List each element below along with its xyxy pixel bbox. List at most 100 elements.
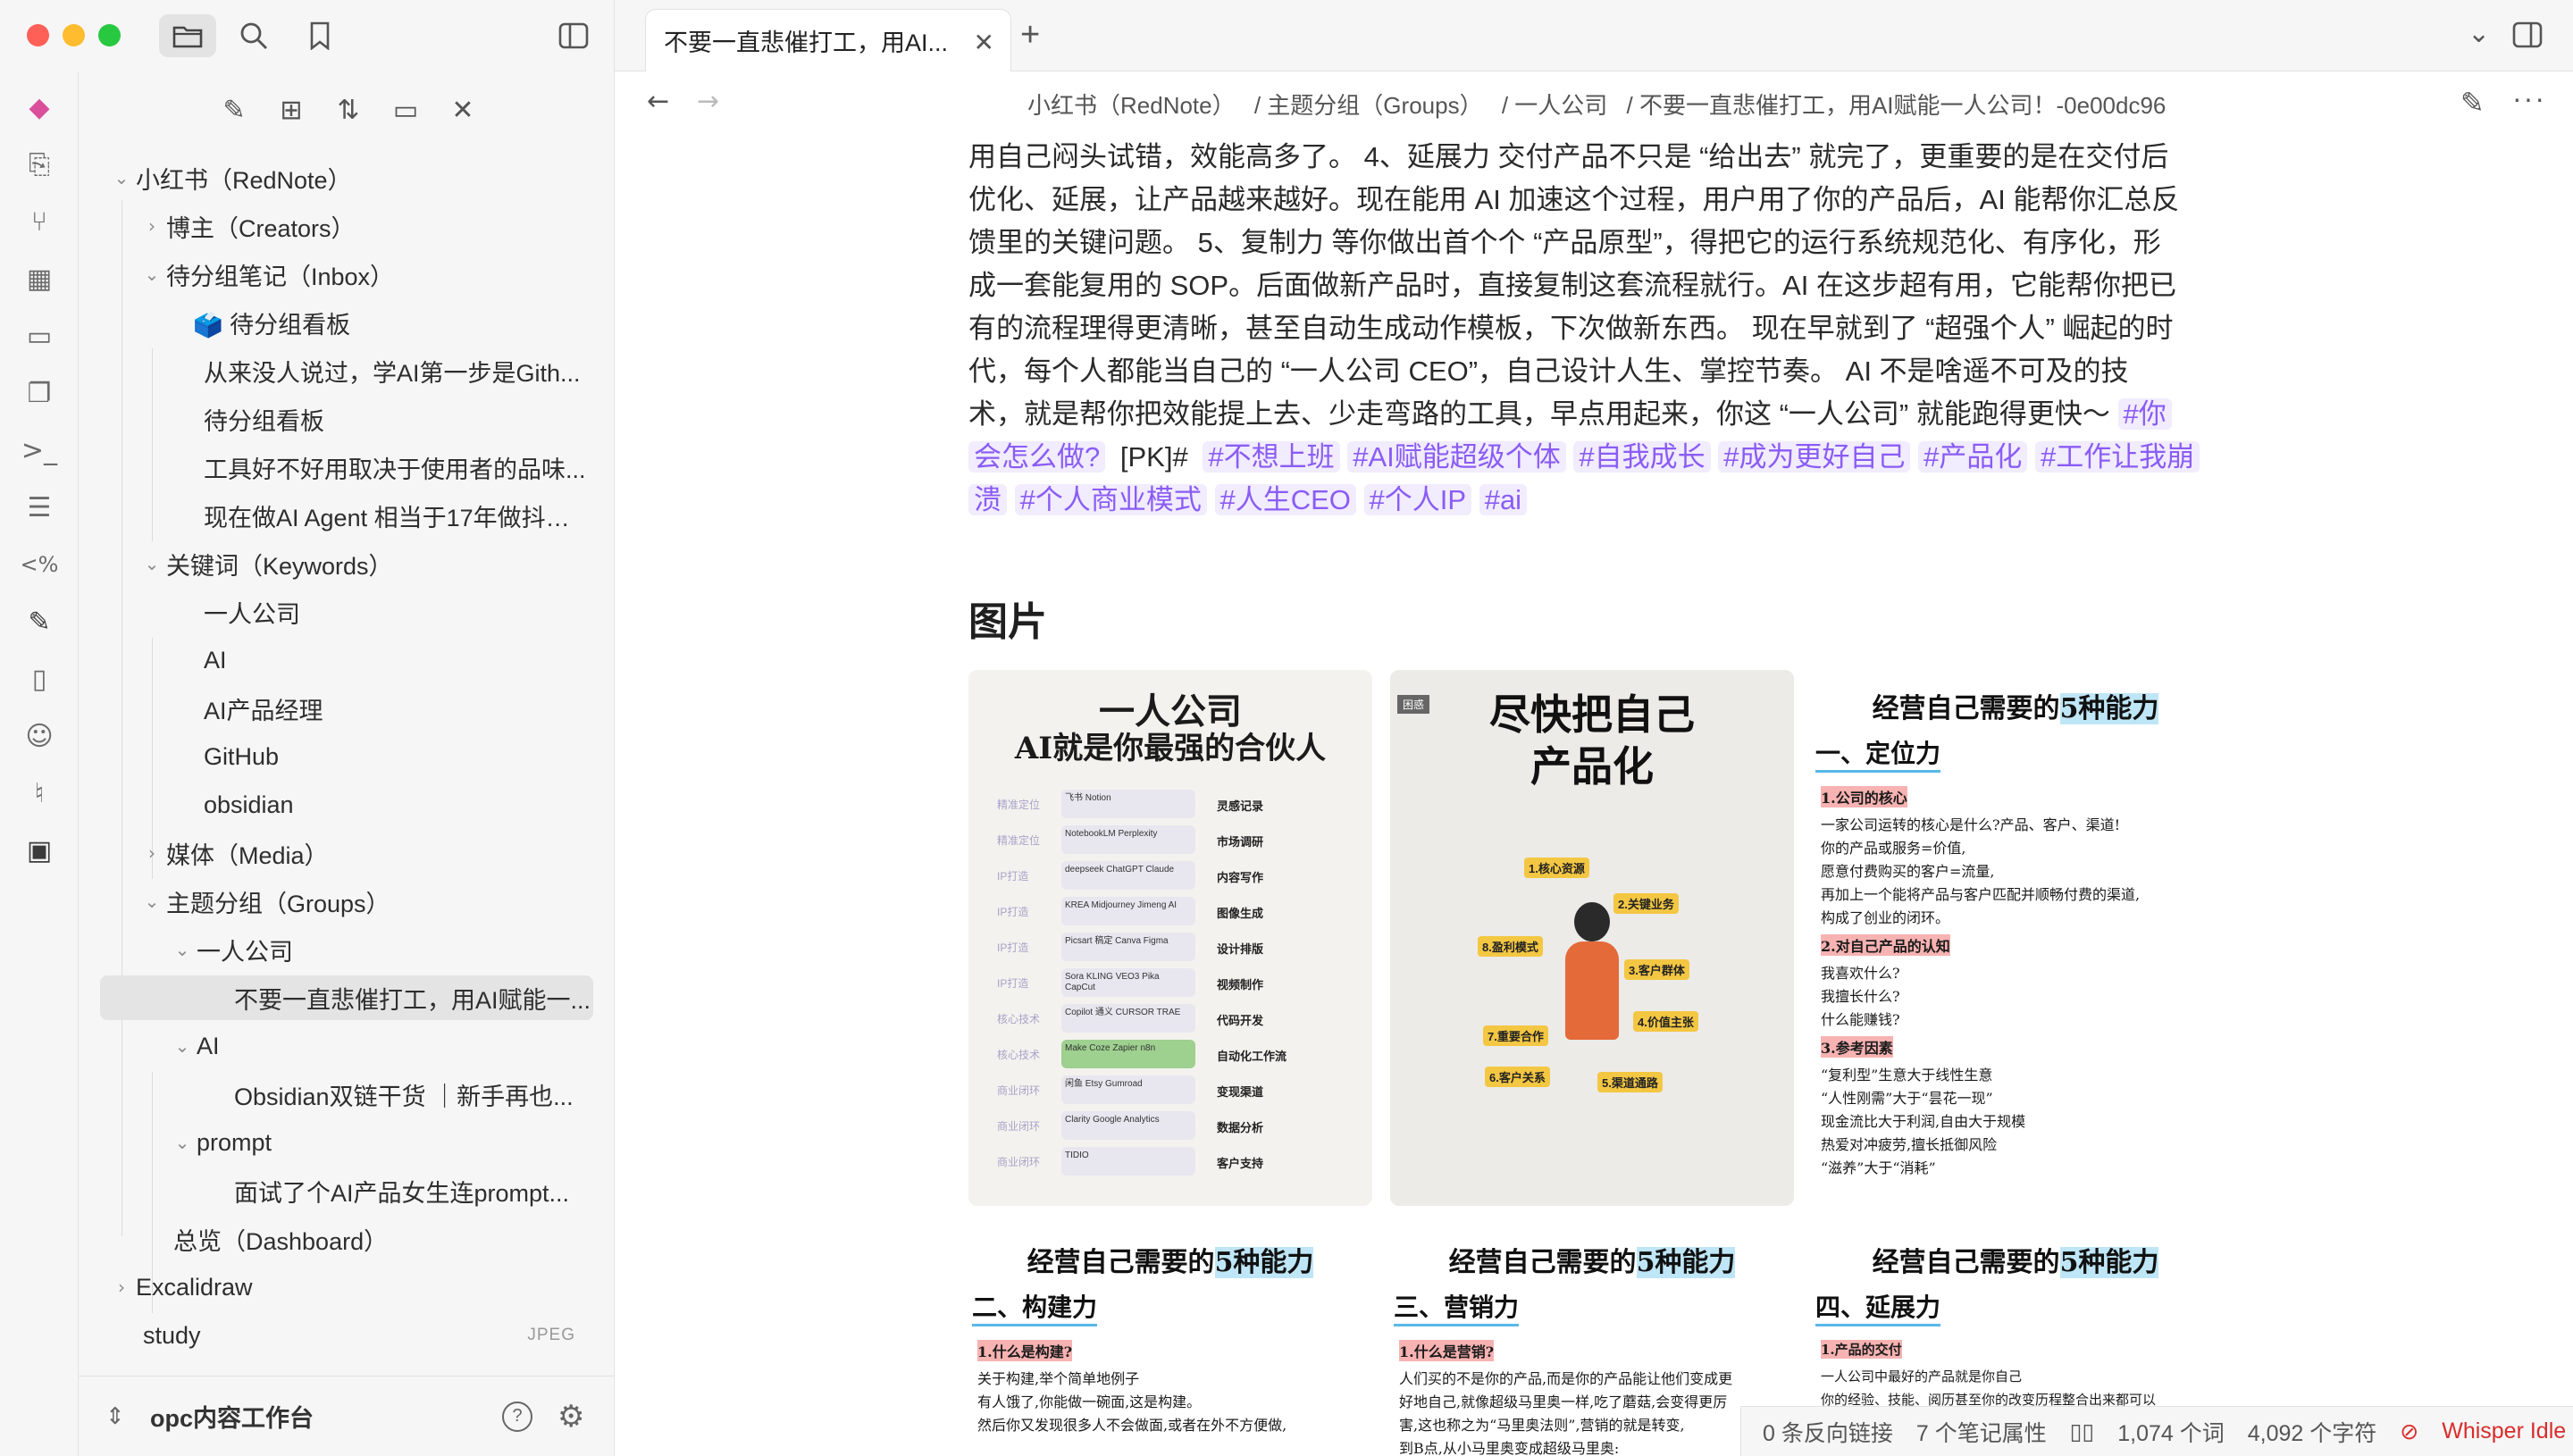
tree-file[interactable]: obsidian: [204, 782, 588, 827]
bookmark-icon[interactable]: [291, 14, 348, 57]
image-card-positioning[interactable]: 经营自己需要的5种能力 一、定位力 1.公司的核心 一家公司运转的核心是什么?产品、客…: [1812, 670, 2219, 1206]
tree-item-label: AI: [204, 646, 227, 674]
tree-file[interactable]: study: [143, 1313, 572, 1358]
tree-item-label: 小红书（RedNote）: [136, 166, 352, 194]
tab-active-note[interactable]: 不要一直悲催打工，用AI... ✕: [645, 9, 1011, 71]
toggle-sidebar-icon[interactable]: [545, 14, 602, 57]
backlinks-count[interactable]: 0 条反向链接: [1763, 1416, 1893, 1448]
file-explorer-icon[interactable]: [159, 14, 216, 57]
brush-icon[interactable]: ✎: [20, 602, 59, 641]
new-tab-icon[interactable]: +: [1020, 16, 1040, 54]
tree-folder[interactable]: ⌄ 主题分组（Groups）: [138, 879, 638, 924]
hashtag[interactable]: #自我成长: [1573, 441, 1711, 473]
list-icon[interactable]: ☰: [20, 488, 59, 527]
hashtag[interactable]: 溃: [968, 484, 1007, 515]
tab-list-chevron-icon[interactable]: ⌄: [2468, 18, 2490, 49]
dashboard-icon[interactable]: ▦: [20, 259, 59, 298]
vault-name[interactable]: opc内容工作台: [150, 1399, 314, 1434]
graph-icon[interactable]: ⑂: [20, 202, 59, 241]
forward-arrow-icon[interactable]: →: [697, 86, 719, 117]
sync-off-icon[interactable]: ⊘: [2400, 1418, 2418, 1444]
sort-icon[interactable]: ⇅: [325, 88, 372, 132]
edit-pencil-icon[interactable]: ✎: [2460, 86, 2485, 120]
back-arrow-icon[interactable]: ←: [647, 86, 669, 117]
tree-file[interactable]: GitHub: [204, 734, 588, 779]
breadcrumb-item[interactable]: / 主题分组（Groups）: [1254, 92, 1483, 119]
tree-file[interactable]: AI: [204, 638, 588, 682]
image-card-tools[interactable]: 一人公司 AI就是你最强的合伙人 精准定位 飞书 Notion 灵感记录 精准定位 No…: [968, 670, 1372, 1206]
auto-reveal-icon[interactable]: ▭: [382, 88, 429, 132]
bot-icon[interactable]: ☺: [20, 716, 59, 756]
vault-chevron-icon[interactable]: ⇕: [105, 1403, 125, 1430]
terminal-icon[interactable]: >_: [20, 431, 59, 470]
tree-folder[interactable]: ⌄ 关键词（Keywords）: [138, 541, 638, 586]
hashtag[interactable]: #AI赋能超级个体: [1347, 441, 1566, 473]
tree-folder[interactable]: › 博主（Creators）: [138, 204, 638, 248]
tag-line: 溃 #个人商业模式 #人生CEO #个人IP #ai: [968, 479, 2219, 522]
toggle-right-sidebar-icon[interactable]: [2512, 21, 2543, 53]
tree-folder[interactable]: › Excalidraw: [107, 1265, 608, 1310]
microphone-icon[interactable]: ♮: [20, 774, 59, 813]
tree-folder[interactable]: › 媒体（Media）: [138, 831, 638, 875]
app-logo-icon[interactable]: ◆: [20, 88, 59, 127]
tree-file[interactable]: 待分组看板: [204, 397, 588, 441]
properties-count[interactable]: 7 个笔记属性: [1916, 1416, 2047, 1448]
tree-folder[interactable]: ⌄ AI: [168, 1024, 597, 1068]
tree-file[interactable]: 面试了个AI产品女生连prompt...: [234, 1168, 591, 1213]
template-icon[interactable]: <%: [20, 545, 59, 584]
tree-item-label: obsidian: [204, 791, 294, 818]
file-search-icon[interactable]: ⎘: [20, 145, 59, 184]
tree-folder[interactable]: ⌄ 一人公司: [168, 927, 597, 972]
tree-item-label: AI产品经理: [204, 697, 323, 724]
hashtag[interactable]: #不想上班: [1203, 441, 1340, 473]
tree-file-active[interactable]: 不要一直悲催打工，用AI赋能一...: [100, 975, 593, 1020]
copy-icon[interactable]: ❐: [20, 373, 59, 413]
new-folder-icon[interactable]: ⊞: [268, 88, 314, 132]
zoom-window-button[interactable]: [98, 24, 121, 46]
hashtag[interactable]: #成为更好自己: [1718, 441, 1911, 473]
tree-file[interactable]: AI产品经理: [204, 686, 588, 731]
card-text-line: 构成了创业的闭环。: [1821, 909, 1950, 926]
reading-mode-icon[interactable]: ▯▯: [2070, 1418, 2095, 1444]
whisper-status[interactable]: Whisper Idle: [2442, 1418, 2566, 1444]
book-icon[interactable]: ▯: [20, 659, 59, 699]
tree-file[interactable]: 总览（Dashboard）: [173, 1217, 584, 1261]
help-icon[interactable]: ?: [502, 1401, 532, 1432]
tree-folder[interactable]: ⌄ 小红书（RedNote）: [107, 155, 608, 200]
hashtag[interactable]: 会怎么做?: [968, 441, 1106, 473]
image-card-marketing[interactable]: 经营自己需要的5种能力 三、营销力 1.什么是营销? 人们买的不是你的产品,而是你的产…: [1390, 1224, 1794, 1456]
reader-icon[interactable]: ▣: [20, 831, 59, 870]
hashtag[interactable]: #ai: [1479, 484, 1528, 515]
tool-row: 商业闭环 Clarity Google Analytics 数据分析: [968, 1108, 1372, 1143]
tool-row-category: IP打造: [997, 977, 1029, 990]
breadcrumb-item[interactable]: 小红书（RedNote）: [1027, 92, 1236, 119]
tree-file[interactable]: 🗳️ 待分组看板: [193, 300, 604, 345]
tree-file[interactable]: 从来没人说过，学AI第一步是Gith...: [204, 348, 588, 393]
settings-gear-icon[interactable]: ⚙: [557, 1399, 584, 1435]
hashtag[interactable]: #产品化: [1918, 441, 2028, 473]
tree-folder[interactable]: ⌄ prompt: [168, 1120, 597, 1165]
hashtag[interactable]: #个人商业模式: [1014, 484, 1207, 515]
hashtag[interactable]: #工作让我崩: [2034, 441, 2200, 473]
tree-folder[interactable]: ⌄ 待分组笔记（Inbox）: [138, 252, 638, 297]
more-options-icon[interactable]: ···: [2512, 82, 2546, 115]
tree-file[interactable]: Obsidian双链干货 ｜新手再也...: [234, 1072, 591, 1117]
image-card-mindmap[interactable]: 困惑 尽快把自己 产品化 1.核心资源 2.关键业务 3.客户群体 4.价值主张 5.渠…: [1390, 670, 1794, 1206]
new-note-icon[interactable]: ✎: [211, 88, 257, 132]
search-icon[interactable]: [225, 14, 282, 57]
tree-file[interactable]: 现在做AI Agent 相当于17年做抖音...: [204, 493, 588, 538]
image-card-building[interactable]: 经营自己需要的5种能力 二、构建力 1.什么是构建? 关于构建,举个简单地例子 有人饿了…: [968, 1224, 1372, 1456]
hashtag[interactable]: #人生CEO: [1214, 484, 1356, 515]
calendar-icon[interactable]: ▭: [20, 316, 59, 356]
close-window-button[interactable]: [27, 24, 49, 46]
hashtag[interactable]: #你: [2117, 398, 2172, 430]
breadcrumb-item[interactable]: / 不要一直悲催打工，用AI赋能一人公司！-0e00dc96: [1627, 92, 2167, 119]
breadcrumb-item[interactable]: / 一人公司: [1502, 92, 1607, 119]
hashtag[interactable]: #个人IP: [1363, 484, 1472, 515]
close-tab-icon[interactable]: ✕: [974, 28, 994, 57]
tree-file[interactable]: 一人公司: [204, 590, 588, 634]
tool-row-category: 精准定位: [997, 834, 1041, 847]
tree-file[interactable]: 工具好不好用取决于使用者的品味...: [204, 445, 588, 490]
collapse-all-icon[interactable]: ✕: [440, 88, 486, 132]
minimize-window-button[interactable]: [63, 24, 85, 46]
